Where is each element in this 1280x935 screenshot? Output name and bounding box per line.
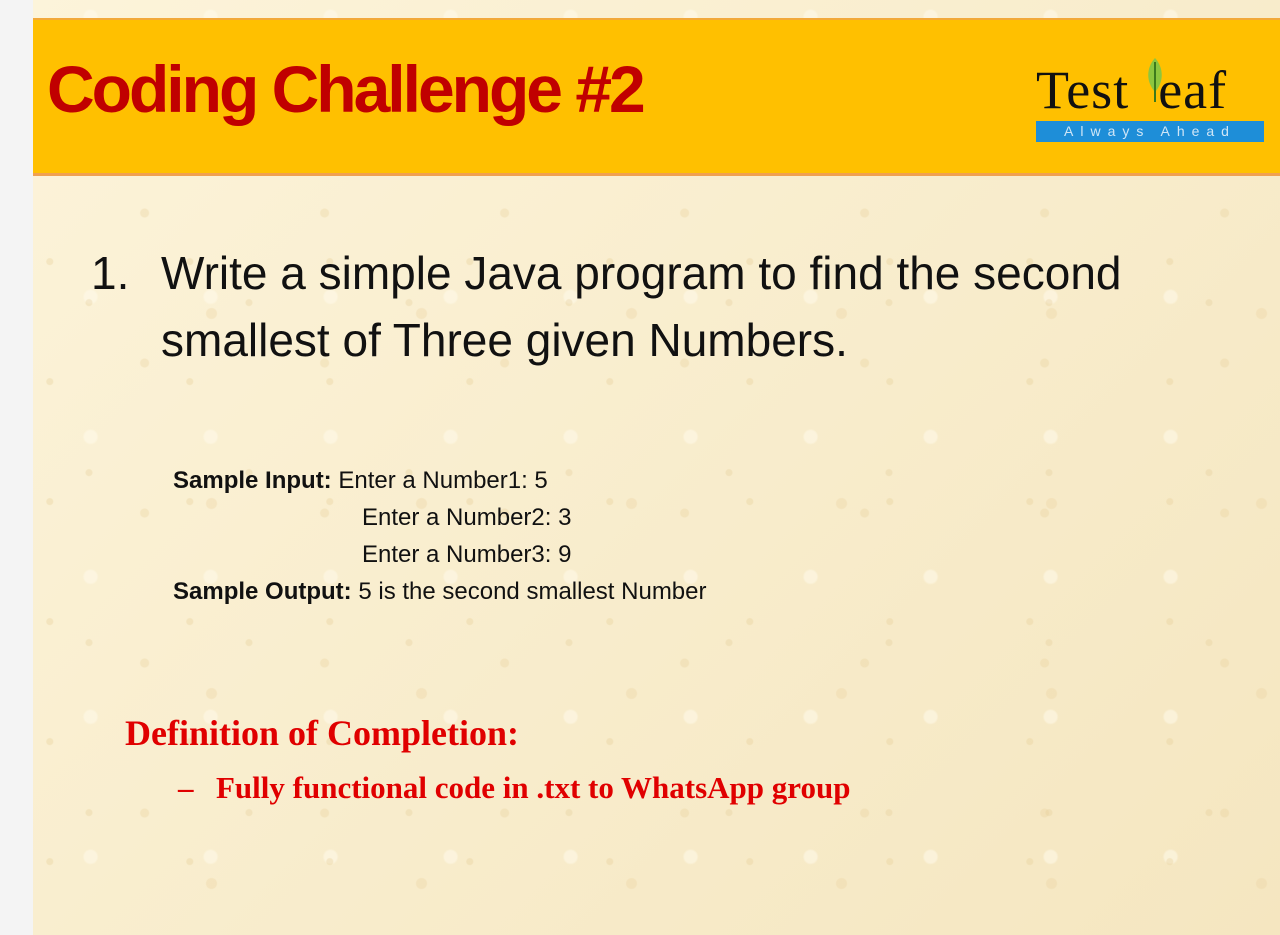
sample-output-label: Sample Output: xyxy=(173,578,352,605)
sample-input-row: Sample Input: Enter a Number1: 5 xyxy=(173,462,707,499)
page-title: Coding Challenge #2 xyxy=(47,52,646,126)
sample-input-line: Enter a Number1: 5 xyxy=(338,467,548,494)
slide: Coding Challenge #2 Test eaf Always Ahea… xyxy=(33,0,1280,935)
sample-input-line: Enter a Number2: 3 xyxy=(362,504,572,531)
sample-output-text: 5 is the second smallest Number xyxy=(358,578,707,605)
completion-item-text: Fully functional code in .txt to WhatsAp… xyxy=(216,770,851,805)
sample-output-row: Sample Output: 5 is the second smallest … xyxy=(173,573,707,610)
dash-bullet: – xyxy=(178,770,194,805)
sample-input-row: Enter a Number2: 3 xyxy=(173,499,707,536)
header-banner: Coding Challenge #2 Test eaf Always Ahea… xyxy=(33,18,1280,176)
sample-block: Sample Input: Enter a Number1: 5 Enter a… xyxy=(173,462,707,610)
completion-heading: Definition of Completion: xyxy=(125,713,519,753)
sample-input-row: Enter a Number3: 9 xyxy=(173,536,707,573)
logo-tagline: Always Ahead xyxy=(1036,121,1264,142)
question-number: 1. xyxy=(91,247,130,299)
sample-input-label: Sample Input: xyxy=(173,467,332,494)
question-text: Write a simple Java program to find the … xyxy=(161,247,1122,366)
leaf-icon xyxy=(1148,58,1162,102)
testleaf-logo: Test eaf Always Ahead xyxy=(1036,58,1264,144)
completion-item: – Fully functional code in .txt to WhatsA… xyxy=(178,770,850,806)
sample-input-line: Enter a Number3: 9 xyxy=(362,541,572,568)
